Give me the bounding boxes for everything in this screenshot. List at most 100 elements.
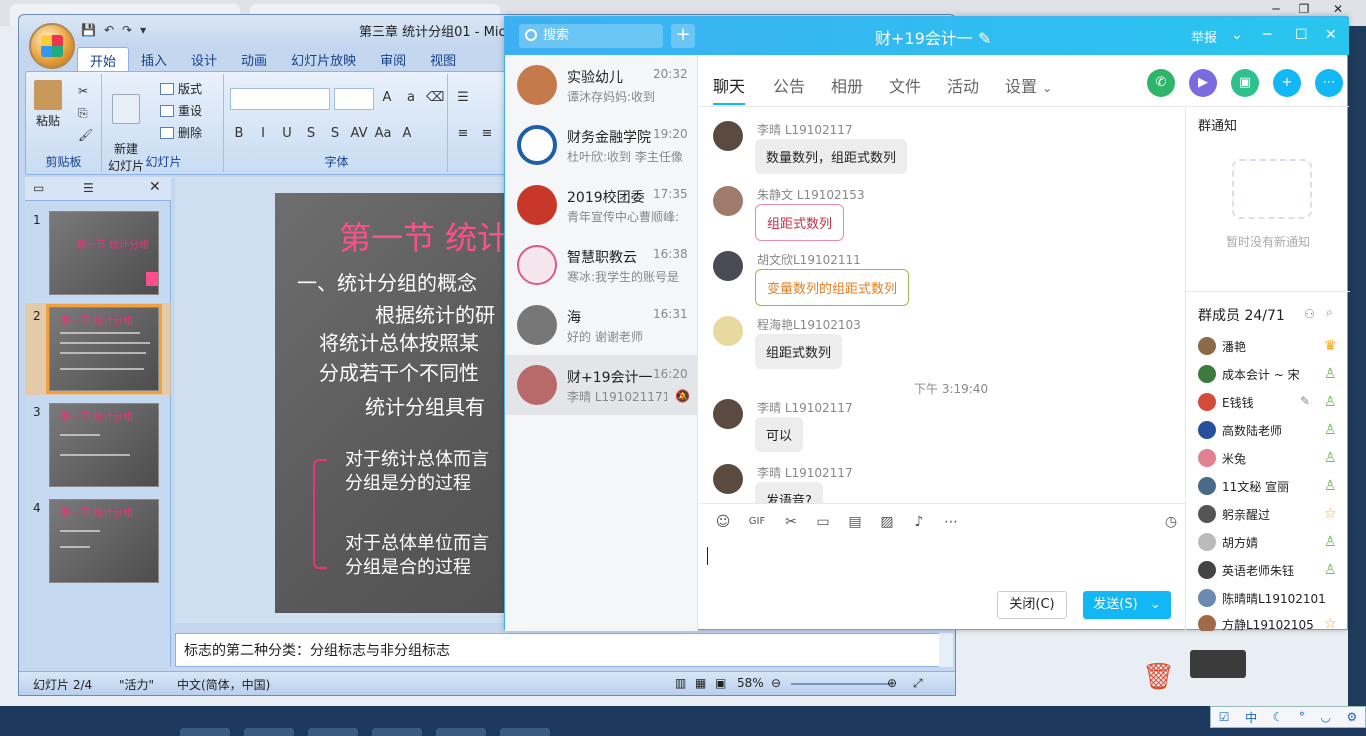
undo-icon[interactable]: ↶ xyxy=(104,23,114,37)
zoom-in-icon[interactable]: ⊕ xyxy=(887,676,897,690)
slides-tab-icon[interactable]: ▭ xyxy=(33,181,44,195)
input-method-bar[interactable]: ☑ 中 ☾ ° ◡ ⚙ xyxy=(1210,706,1366,728)
minimize-icon[interactable]: ─ xyxy=(1263,27,1271,43)
member-item[interactable]: 躬亲醒过 ☆ xyxy=(1186,501,1350,529)
normal-view-icon[interactable]: ▥ xyxy=(675,676,686,690)
moon-icon[interactable]: ☾ xyxy=(1273,710,1284,724)
font-name-input[interactable] xyxy=(230,88,330,110)
align-left-icon[interactable]: ≡ xyxy=(454,126,472,141)
add-button[interactable]: + xyxy=(671,24,695,48)
punct-icon[interactable]: ° xyxy=(1299,710,1305,724)
member-item[interactable]: 陈晴晴L19102101 xyxy=(1186,585,1350,613)
report-link[interactable]: 举报 xyxy=(1191,27,1217,46)
chevron-down-icon[interactable]: ⌄ xyxy=(1231,27,1243,43)
member-item[interactable]: 高数陆老师 ♙ xyxy=(1186,417,1350,445)
italic-icon[interactable]: I xyxy=(254,126,272,141)
taskbar-item[interactable] xyxy=(308,728,358,736)
zoom-slider[interactable] xyxy=(791,683,891,685)
tab-review[interactable]: 审阅 xyxy=(368,47,418,73)
message-bubble[interactable]: 组距式数列 xyxy=(755,204,845,241)
bell-icon[interactable]: ♪ xyxy=(909,512,929,532)
tab-animation[interactable]: 动画 xyxy=(229,47,279,73)
image-icon[interactable]: ▨ xyxy=(877,512,897,532)
tab-chat[interactable]: 聊天 xyxy=(713,73,745,97)
more-icon[interactable]: ⋯ xyxy=(1315,69,1343,97)
message-bubble[interactable]: 发语音? xyxy=(755,482,823,503)
format-painter-icon[interactable]: 🖌 xyxy=(78,124,93,146)
phone-icon[interactable]: ✆ xyxy=(1147,69,1175,97)
case-icon[interactable]: Aa xyxy=(374,126,392,141)
font-size-input[interactable] xyxy=(334,88,374,110)
close-button[interactable]: 关闭(C) xyxy=(997,591,1067,619)
shadow-icon[interactable]: S xyxy=(326,126,344,141)
send-button[interactable]: 发送(S) ⌄ xyxy=(1083,591,1171,619)
save-icon[interactable]: 💾 xyxy=(81,23,96,37)
tab-slideshow[interactable]: 幻灯片放映 xyxy=(279,47,368,73)
taskbar-item[interactable] xyxy=(180,728,230,736)
spacing-icon[interactable]: AV xyxy=(350,126,368,141)
edit-icon[interactable]: ✎ xyxy=(978,29,991,48)
member-manage-icon[interactable]: ⚇ xyxy=(1304,307,1315,321)
gif-icon[interactable]: GIF xyxy=(745,512,769,532)
conversation-item[interactable]: 2019校团委 17:35 青年宣传中心曹顺峰: xyxy=(505,175,698,235)
reset-button[interactable]: 重设 xyxy=(160,102,202,119)
taskbar-item[interactable] xyxy=(500,728,550,736)
taskbar-item[interactable] xyxy=(372,728,422,736)
align-center-icon[interactable]: ≡ xyxy=(478,126,496,141)
copy-icon[interactable]: ⎘ xyxy=(78,102,93,124)
send-options-icon[interactable]: ⌄ xyxy=(1150,597,1161,612)
new-message-icon[interactable]: + xyxy=(1273,69,1301,97)
member-item[interactable]: 米兔 ♙ xyxy=(1186,445,1350,473)
font-color-icon[interactable]: A xyxy=(398,126,416,141)
notes-pane[interactable]: 标志的第二种分类：分组标志与非分组标志 xyxy=(175,633,947,667)
member-item[interactable]: 成本会计 ~ 宋 ♙ xyxy=(1186,361,1350,389)
group-title[interactable]: 财+19会计一 ✎ xyxy=(875,25,991,49)
bold-icon[interactable]: B xyxy=(230,126,248,141)
message-bubble[interactable]: 数量数列，组距式数列 xyxy=(755,139,908,174)
screenshot-icon[interactable]: ▤ xyxy=(845,512,865,532)
tab-view[interactable]: 视图 xyxy=(418,47,468,73)
conversation-item[interactable]: 财务金融学院 19:20 杜叶欣:收到 李主任像 xyxy=(505,115,698,175)
history-icon[interactable]: ◷ xyxy=(1161,512,1181,532)
search-icon[interactable]: ⌕ xyxy=(1326,305,1333,320)
office-button[interactable] xyxy=(29,23,75,69)
member-item[interactable]: 方静L19102105 ☆ xyxy=(1186,611,1350,631)
tab-design[interactable]: 设计 xyxy=(179,47,229,73)
user-icon[interactable]: ◡ xyxy=(1320,710,1330,724)
notes-scrollbar[interactable] xyxy=(939,633,953,667)
grow-font-icon[interactable]: A xyxy=(378,90,396,105)
tab-home[interactable]: 开始 xyxy=(77,47,130,73)
ime-lang[interactable]: 中 xyxy=(1245,709,1257,726)
search-input[interactable]: 搜索 xyxy=(519,24,663,48)
clear-format-icon[interactable]: ⌫ xyxy=(426,90,444,105)
conversation-item[interactable]: 实验幼儿 20:32 谭沐存妈妈:收到 xyxy=(505,55,698,115)
member-item[interactable]: 11文秘 宣丽 ♙ xyxy=(1186,473,1350,501)
slideshow-view-icon[interactable]: ▣ xyxy=(715,676,726,690)
tab-album[interactable]: 相册 xyxy=(831,73,863,97)
cut-icon[interactable]: ✂ xyxy=(78,80,93,102)
scissors-icon[interactable]: ✂ xyxy=(781,512,801,532)
tab-activity[interactable]: 活动 xyxy=(947,73,979,97)
underline-icon[interactable]: U xyxy=(278,126,296,141)
folder-icon[interactable]: ▭ xyxy=(813,512,833,532)
message-bubble[interactable]: 可以 xyxy=(755,417,804,452)
tab-announcement[interactable]: 公告 xyxy=(773,73,805,97)
floating-toolbar[interactable] xyxy=(1190,650,1246,678)
tab-settings[interactable]: 设置 ⌄ xyxy=(1005,73,1052,97)
conversation-item[interactable]: 财+19会计一 16:20 李晴 L191021171 🔕 xyxy=(505,355,698,415)
redo-icon[interactable]: ↷ xyxy=(122,23,132,37)
bullets-icon[interactable]: ☰ xyxy=(454,90,472,105)
slide-thumbnail-3[interactable]: 第一节 统计分组 xyxy=(49,403,159,487)
member-item[interactable]: E钱钱 ✎ ♙ xyxy=(1186,389,1350,417)
qat-dropdown-icon[interactable]: ▾ xyxy=(140,23,146,37)
shrink-font-icon[interactable]: a xyxy=(402,90,420,105)
member-item[interactable]: 英语老师朱钰 ♙ xyxy=(1186,557,1350,585)
fit-window-icon[interactable]: ⤢ xyxy=(913,676,923,691)
member-item[interactable]: 潘艳 ♛ xyxy=(1186,333,1350,361)
tab-insert[interactable]: 插入 xyxy=(129,47,179,73)
conversation-item[interactable]: 海 16:31 好的 谢谢老师 xyxy=(505,295,698,355)
classroom-icon[interactable]: ▣ xyxy=(1231,69,1259,97)
close-icon[interactable]: ✕ xyxy=(1325,27,1337,43)
edit-icon[interactable]: ✎ xyxy=(1300,394,1310,408)
tab-files[interactable]: 文件 xyxy=(889,73,921,97)
